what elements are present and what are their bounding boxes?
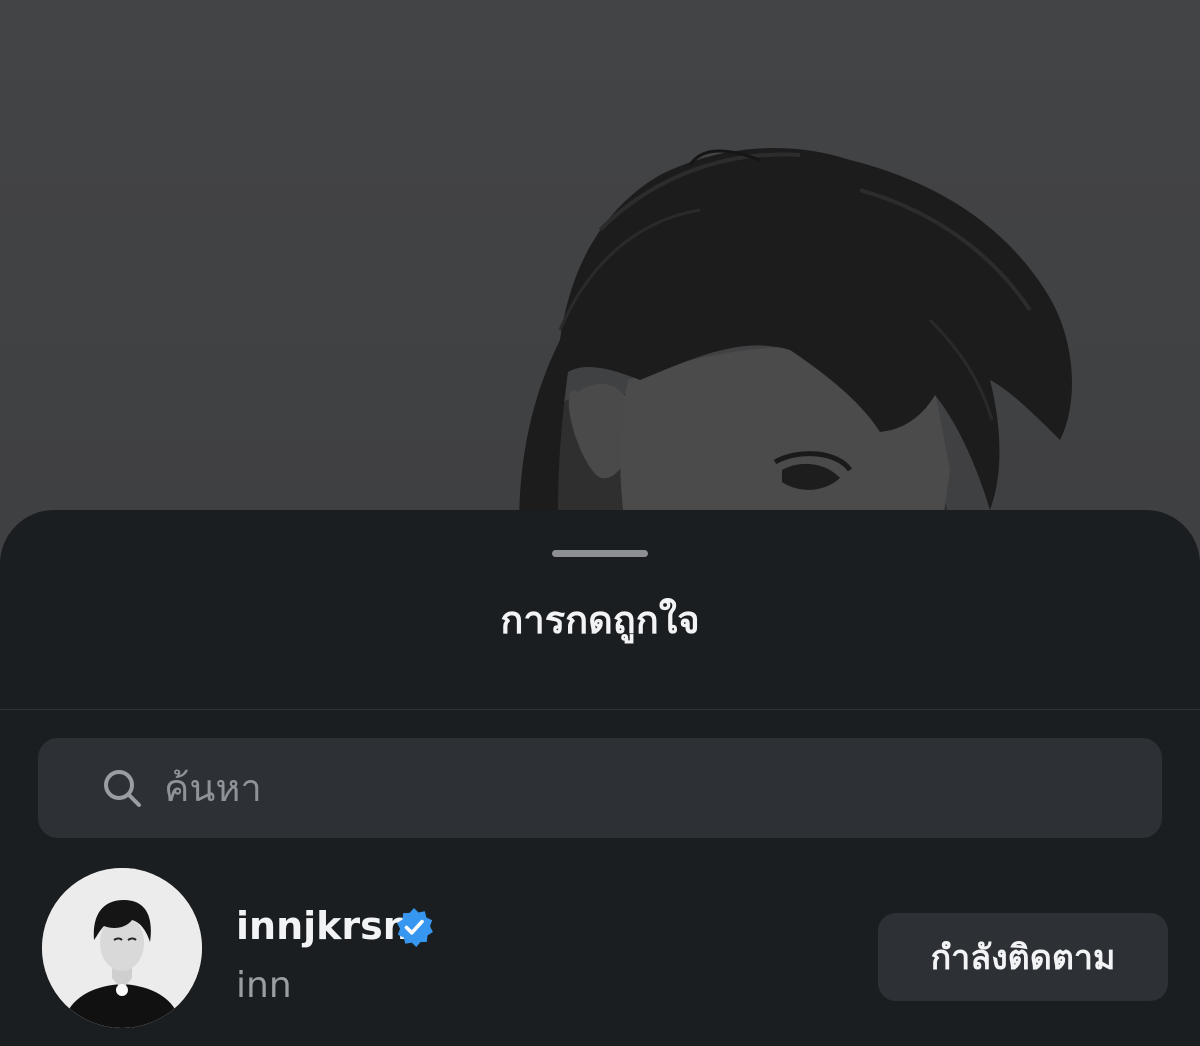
username[interactable]: innjkrsn: [236, 904, 410, 948]
sheet-drag-handle[interactable]: [552, 550, 648, 557]
sheet-title: การกดถูกใจ: [500, 598, 700, 642]
search-input[interactable]: [164, 738, 1124, 838]
likes-bottom-sheet: การกดถูกใจ innjkrsn inn ก: [0, 510, 1200, 1046]
list-item[interactable]: innjkrsn inn กำลังติดตาม: [0, 862, 1200, 1032]
full-name: inn: [236, 965, 292, 1006]
search-icon: [104, 770, 141, 807]
avatar[interactable]: [42, 868, 202, 1028]
header-divider: [0, 709, 1200, 710]
post-photo: [0, 0, 1200, 560]
search-bar[interactable]: [38, 738, 1162, 838]
following-button[interactable]: กำลังติดตาม: [878, 913, 1168, 1001]
verified-badge-icon: [397, 908, 433, 947]
